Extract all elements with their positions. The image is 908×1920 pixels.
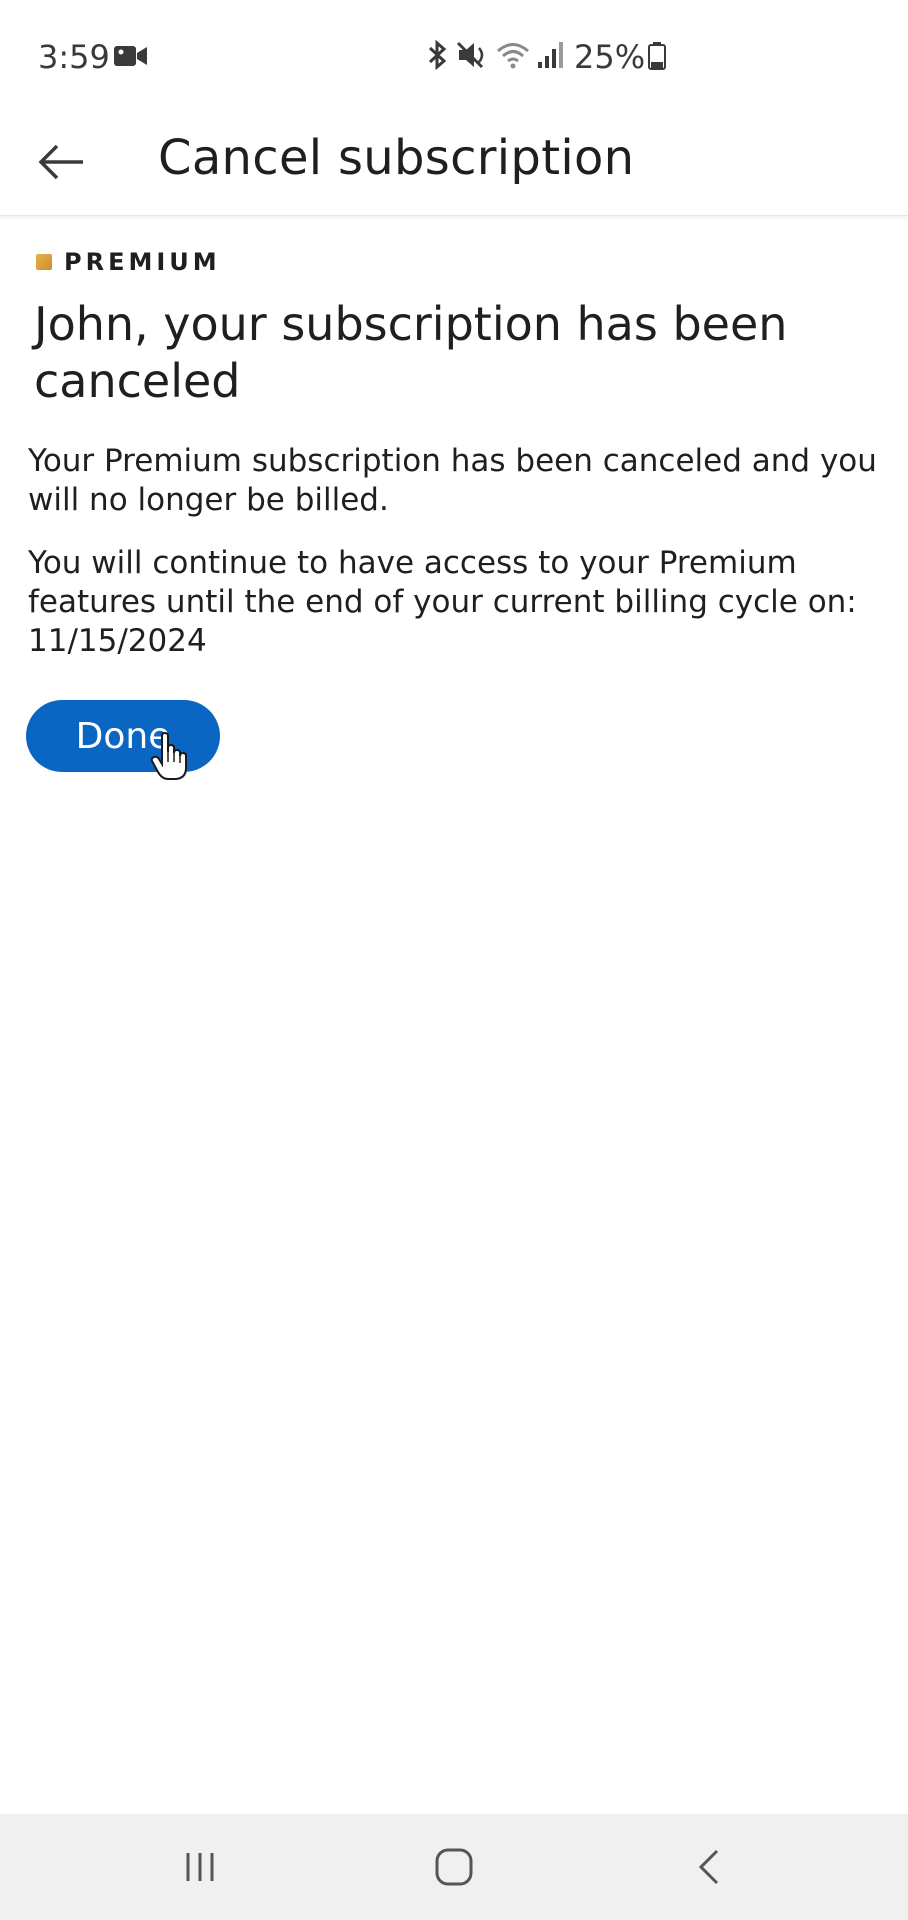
screen: 3:59 25% Cancel subscription PREMIUM Joh… <box>0 0 908 1920</box>
headline: John, your subscription has been cancele… <box>34 297 788 408</box>
system-back-button[interactable] <box>680 1842 740 1892</box>
recent-apps-button[interactable] <box>170 1842 230 1892</box>
access-message: You will continue to have access to your… <box>28 545 857 659</box>
video-camera-icon <box>114 46 147 66</box>
battery-icon <box>648 42 666 70</box>
home-button[interactable] <box>424 1842 484 1892</box>
bluetooth-icon <box>428 40 447 70</box>
premium-icon <box>36 254 52 270</box>
recent-apps-icon <box>186 1853 214 1881</box>
cancel-message: Your Premium subscription has been cance… <box>28 443 877 518</box>
status-time: 3:59 <box>38 38 110 76</box>
status-icons <box>424 40 564 70</box>
system-nav-bar <box>0 1814 908 1920</box>
premium-badge: PREMIUM <box>36 248 221 276</box>
wifi-icon <box>497 43 529 69</box>
page-title: Cancel subscription <box>158 130 635 186</box>
mute-icon <box>456 41 484 69</box>
battery-percent: 25% <box>574 38 646 76</box>
home-icon <box>435 1848 473 1886</box>
app-bar: Cancel subscription <box>0 110 908 216</box>
hand-cursor-icon <box>150 732 187 780</box>
back-button[interactable] <box>30 130 94 194</box>
back-icon <box>698 1849 719 1885</box>
done-button[interactable]: Done <box>26 700 220 772</box>
status-bar: 3:59 25% <box>0 0 908 110</box>
arrow-left-icon <box>38 144 83 180</box>
signal-icon <box>538 42 563 68</box>
premium-label: PREMIUM <box>64 248 221 276</box>
